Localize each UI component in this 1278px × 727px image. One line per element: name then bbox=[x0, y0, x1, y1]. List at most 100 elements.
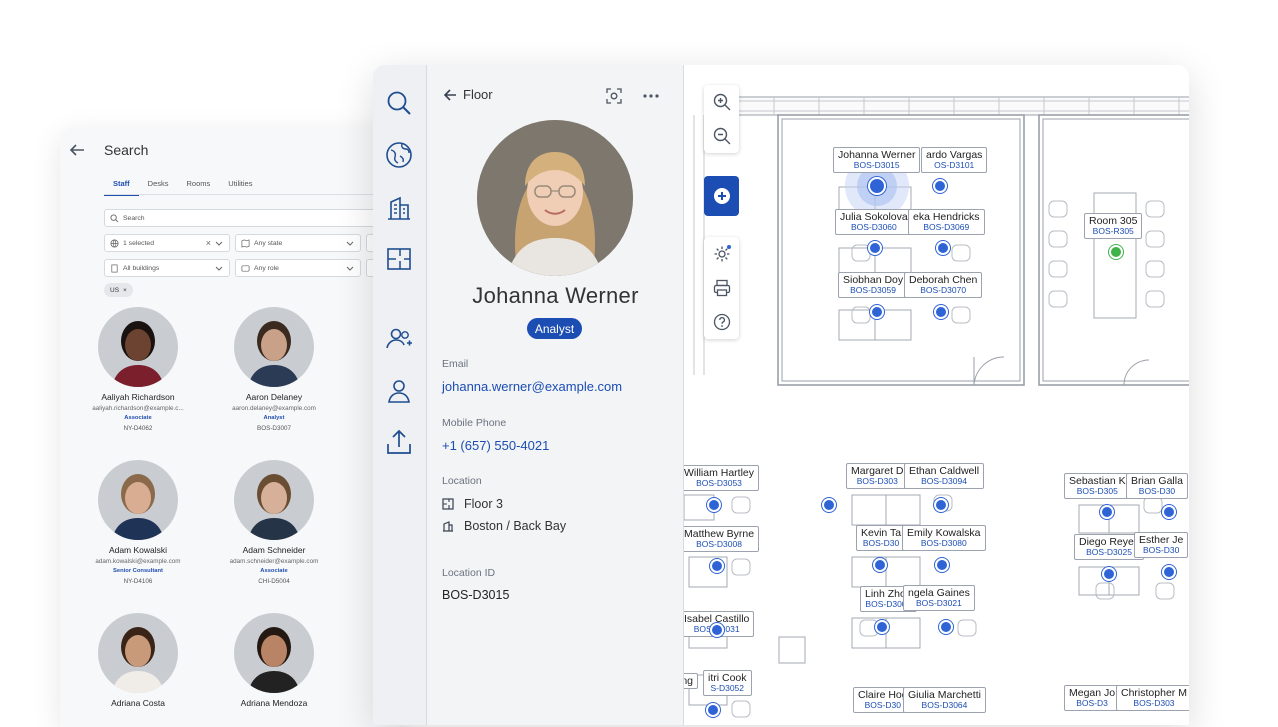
desk-label[interactable]: William Hartley BOS-D3053 bbox=[684, 465, 760, 491]
staff-card[interactable]: Adriana Costa bbox=[73, 613, 203, 712]
floorplan-icon[interactable] bbox=[385, 246, 413, 274]
desk-label[interactable]: Sebastian K BOS-D305 bbox=[1064, 473, 1131, 499]
more-options-icon[interactable] bbox=[643, 90, 659, 102]
desk-label[interactable]: Siobhan Doy BOS-D3059 bbox=[838, 272, 909, 298]
desk-pin-icon[interactable] bbox=[873, 558, 887, 572]
chevron-down-icon bbox=[215, 241, 223, 246]
staff-card[interactable]: Adam Kowalski adam.kowalski@example.com … bbox=[73, 460, 203, 585]
desk-code: BOS-D3025 bbox=[1086, 547, 1132, 558]
help-button[interactable] bbox=[704, 305, 739, 339]
floor-row[interactable]: Floor 3 bbox=[442, 497, 503, 511]
desk-pin-icon[interactable] bbox=[939, 620, 953, 634]
desk-label[interactable]: Julia Sokolova BOS-D3060 bbox=[835, 209, 913, 235]
settings-button[interactable] bbox=[704, 237, 739, 271]
floor-map[interactable]: Johanna Werner BOS-D3015 ardo Vargas OS-D31… bbox=[684, 65, 1189, 725]
back-to-floor[interactable]: Floor bbox=[443, 87, 493, 102]
print-button[interactable] bbox=[704, 271, 739, 305]
desk-label[interactable]: Room 305 BOS-R305 bbox=[1084, 213, 1143, 239]
desk-code: BOS-D303 bbox=[856, 476, 898, 487]
person-name: Johanna Werner bbox=[472, 283, 639, 308]
help-icon bbox=[713, 313, 730, 331]
back-arrow-icon[interactable] bbox=[68, 141, 86, 159]
upload-icon[interactable] bbox=[385, 428, 413, 456]
desk-label[interactable]: Giulia Marchetti BOS-D3064 bbox=[903, 687, 986, 713]
building-icon[interactable] bbox=[385, 193, 413, 221]
desk-pin-icon[interactable] bbox=[934, 305, 948, 319]
desk-code: BOS-D3069 bbox=[923, 222, 970, 233]
state-filter[interactable]: Any state bbox=[235, 234, 361, 252]
desk-label[interactable]: Kevin Ta BOS-D30 bbox=[856, 525, 907, 551]
staff-card[interactable]: Aaron Delaney aaron.delaney@example.com … bbox=[209, 307, 339, 432]
role-filter[interactable]: Any role bbox=[235, 259, 361, 277]
desk-pin-icon[interactable] bbox=[933, 179, 947, 193]
desk-label[interactable]: ardo Vargas OS-D3101 bbox=[921, 147, 988, 173]
desk-pin-icon[interactable] bbox=[934, 498, 948, 512]
staff-card[interactable]: Aaliyah Richardson aaliyah.richardson@ex… bbox=[73, 307, 203, 432]
desk-pin-icon[interactable] bbox=[710, 623, 724, 637]
desk-pin-icon[interactable] bbox=[1100, 505, 1114, 519]
building-icon bbox=[111, 264, 118, 273]
desk-label[interactable]: eka Hendricks BOS-D3069 bbox=[908, 209, 985, 235]
staff-name: Aaliyah Richardson bbox=[101, 392, 175, 402]
desk-label[interactable]: Matthew Byrne BOS-D3008 bbox=[684, 526, 760, 552]
desk-label[interactable]: Ethan Caldwell BOS-D3094 bbox=[904, 463, 985, 489]
staff-email: aaliyah.richardson@example.c... bbox=[92, 405, 184, 412]
desk-pin-icon[interactable] bbox=[936, 241, 950, 255]
staff-card[interactable]: Adriana Mendoza bbox=[209, 613, 339, 712]
add-button[interactable] bbox=[704, 176, 739, 216]
building-row[interactable]: Boston / Back Bay bbox=[442, 519, 566, 533]
desk-code: BOS-D3064 bbox=[921, 700, 968, 711]
zoom-in-button[interactable] bbox=[704, 85, 739, 119]
phone-link[interactable]: +1 (657) 550-4021 bbox=[442, 438, 549, 453]
desk-label[interactable]: Emily Kowalska BOS-D3080 bbox=[902, 525, 986, 551]
desk-label[interactable]: Megan Jo BOS-D3 bbox=[1064, 685, 1121, 711]
desk-code: BOS-D30 bbox=[864, 700, 901, 711]
state-filter-value: Any state bbox=[254, 239, 283, 247]
desk-label[interactable]: Johanna Werner BOS-D3015 bbox=[833, 147, 921, 173]
desk-label[interactable]: ngela Gaines BOS-D3021 bbox=[903, 585, 975, 611]
room-pin-icon[interactable] bbox=[1109, 245, 1123, 259]
desk-pin-icon[interactable] bbox=[822, 498, 836, 512]
clear-icon[interactable]: × bbox=[206, 238, 211, 248]
desk-pin-icon[interactable] bbox=[706, 703, 720, 717]
desk-pin-icon[interactable] bbox=[935, 558, 949, 572]
chip-close-icon[interactable]: × bbox=[123, 287, 127, 294]
location-id-value: BOS-D3015 bbox=[442, 588, 510, 602]
desk-pin-icon[interactable] bbox=[868, 241, 882, 255]
staff-search-input[interactable]: Search bbox=[104, 209, 400, 227]
desk-pin-icon[interactable] bbox=[870, 305, 884, 319]
people-icon[interactable] bbox=[385, 325, 413, 353]
staff-name: Adriana Mendoza bbox=[240, 698, 308, 708]
zoom-out-button[interactable] bbox=[704, 119, 739, 153]
search-icon[interactable] bbox=[385, 89, 413, 117]
country-filter[interactable]: 1 selected × bbox=[104, 234, 230, 252]
globe-icon[interactable] bbox=[385, 141, 413, 169]
desk-label[interactable]: Brian Galla BOS-D30 bbox=[1126, 473, 1188, 499]
desk-label[interactable]: Esther Je BOS-D30 bbox=[1134, 532, 1189, 558]
person-icon[interactable] bbox=[385, 377, 413, 405]
filter-chip-us[interactable]: US × bbox=[104, 283, 133, 297]
desk-pin-icon[interactable] bbox=[875, 620, 889, 634]
desk-label[interactable]: ing bbox=[684, 673, 699, 690]
email-link[interactable]: johanna.werner@example.com bbox=[442, 379, 622, 394]
desk-label[interactable]: Christopher M BOS-D303 bbox=[1116, 685, 1189, 711]
desk-label[interactable]: Deborah Chen BOS-D3070 bbox=[904, 272, 983, 298]
floorplan-icon bbox=[442, 498, 454, 510]
staff-role: Senior Consultant bbox=[113, 568, 163, 574]
desk-code: BOS-D3053 bbox=[696, 478, 742, 489]
staff-desk: CHI-D5004 bbox=[258, 578, 290, 585]
desk-pin-icon[interactable] bbox=[707, 498, 721, 512]
locate-icon[interactable] bbox=[606, 88, 622, 104]
desk-pin-icon[interactable] bbox=[710, 559, 724, 573]
globe-icon bbox=[110, 239, 119, 248]
desk-pin-icon[interactable] bbox=[1162, 565, 1176, 579]
desk-occupant: ing bbox=[684, 675, 694, 687]
buildings-filter[interactable]: All buildings bbox=[104, 259, 230, 277]
desk-pin-icon[interactable] bbox=[1162, 505, 1176, 519]
staff-card[interactable]: Adam Schneider adam.schneider@example.co… bbox=[209, 460, 339, 585]
desk-label[interactable]: Margaret D BOS-D303 bbox=[846, 463, 909, 489]
desk-pin-icon[interactable] bbox=[1102, 567, 1116, 581]
avatar bbox=[98, 613, 178, 693]
desk-pin-icon[interactable] bbox=[868, 177, 886, 195]
desk-label[interactable]: itri Cook S-D3052 bbox=[703, 670, 752, 696]
